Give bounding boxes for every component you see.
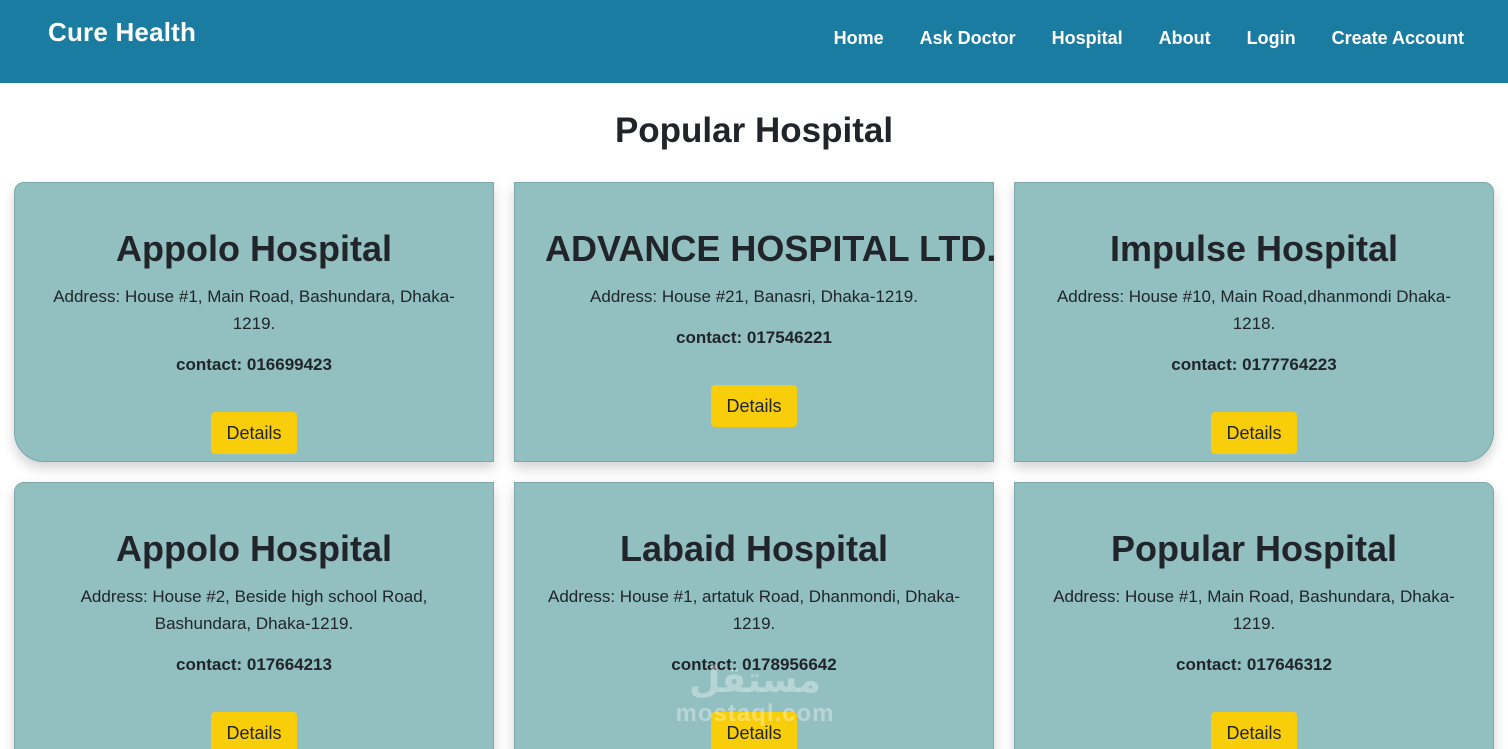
details-button[interactable]: Details [711, 712, 797, 749]
hospital-address: Address: House #1, Main Road, Bashundara… [1053, 587, 1455, 633]
hospital-name: Appolo Hospital [116, 528, 392, 569]
hospital-name: Impulse Hospital [1109, 228, 1399, 269]
hospital-card: Appolo Hospital Address: House #1, Main … [14, 182, 494, 462]
hospital-card: Impulse Hospital Address: House #10, Mai… [1014, 182, 1494, 462]
hospital-contact: contact: 0177764223 [1171, 355, 1337, 374]
hospital-card: Popular Hospital Address: House #1, Main… [1014, 482, 1494, 749]
hospital-contact: contact: 0178956642 [671, 655, 837, 674]
details-button[interactable]: Details [1211, 712, 1297, 749]
hospital-contact: contact: 016699423 [176, 355, 332, 374]
hospital-name: Popular Hospital [1110, 528, 1398, 569]
hospital-contact: contact: 017646312 [1176, 655, 1332, 674]
details-button[interactable]: Details [711, 385, 797, 427]
hospital-contact: contact: 017546221 [676, 328, 832, 347]
hospital-address: Address: House #1, artatuk Road, Dhanmon… [547, 587, 960, 633]
hospital-name: ADVANCE HOSPITAL LTD. [545, 228, 997, 269]
details-button[interactable]: Details [1211, 412, 1297, 454]
hospital-name: Labaid Hospital [619, 528, 889, 569]
details-button[interactable]: Details [211, 712, 297, 749]
hospital-card: Appolo Hospital Address: House #2, Besid… [14, 482, 494, 749]
hospital-card: Labaid Hospital Address: House #1, artat… [514, 482, 994, 749]
hospital-name: Appolo Hospital [116, 228, 392, 269]
hospital-contact: contact: 017664213 [176, 655, 332, 674]
hospital-address: Address: House #1, Main Road, Bashundara… [53, 287, 455, 333]
hospital-card: ADVANCE HOSPITAL LTD. Address: House #21… [514, 182, 997, 462]
hospital-address: Address: House #2, Beside high school Ro… [80, 587, 428, 633]
hospital-address: Address: House #21, Banasri, Dhaka-1219. [590, 287, 918, 306]
hospital-grid: Appolo Hospital Address: House #1, Main … [0, 0, 1508, 749]
hospital-address: Address: House #10, Main Road,dhanmondi … [1056, 287, 1452, 333]
details-button[interactable]: Details [211, 412, 297, 454]
